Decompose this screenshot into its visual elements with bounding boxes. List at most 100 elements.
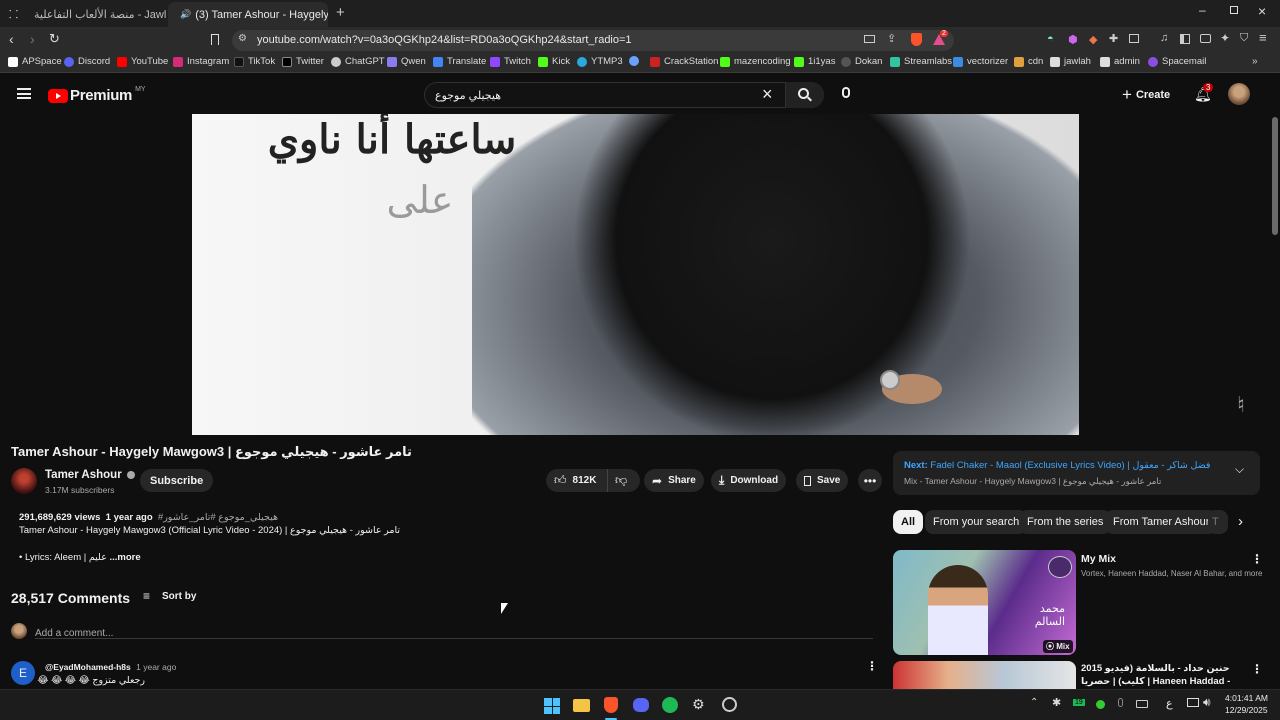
add-comment-field[interactable]: Add a comment... (35, 623, 873, 639)
extension-icon[interactable] (1129, 34, 1139, 43)
subscribe-button[interactable]: Subscribe (140, 469, 214, 492)
rec-thumbnail[interactable] (893, 661, 1076, 689)
chip-from-series[interactable]: From the series (1019, 510, 1112, 534)
bookmark-unnamed[interactable] (629, 56, 643, 66)
youtube-logo[interactable]: Premium MY (48, 86, 146, 104)
comment-author[interactable]: @EyadMohamed-h8s (45, 662, 131, 672)
bookmark-page-icon[interactable] (211, 34, 219, 45)
keyboard-icon[interactable] (1136, 700, 1148, 708)
microphone-icon[interactable] (1118, 698, 1123, 707)
share-page-icon[interactable]: ⇪ (887, 32, 896, 45)
bookmark-streamlabs[interactable]: Streamlabs (890, 56, 952, 67)
rec-menu-icon[interactable]: ⋮ (1251, 662, 1263, 676)
tab-youtube[interactable]: 🔊 (3) Tamer Ashour - Haygely M × (168, 2, 328, 27)
search-box[interactable]: هيجيلي موجوع × (424, 82, 824, 108)
chip-from-tamer[interactable]: From Tamer Ashour (1105, 510, 1218, 534)
create-button[interactable]: + Create (1122, 85, 1170, 105)
tab-jawlah[interactable]: جولة | Jawlah - منصة الألعاب التفاعلية (26, 2, 166, 27)
bookmark-tiktok[interactable]: TikTok (234, 56, 275, 67)
channel-avatar[interactable] (11, 468, 37, 494)
like-button[interactable]: 👍︎ 812K (546, 469, 608, 492)
bookmark-ytmp3[interactable]: YTMP3 (577, 56, 623, 67)
chip-all[interactable]: All (893, 510, 924, 534)
hashtags[interactable]: #هيجيلي_موجوع #تامر_عاشور (158, 512, 278, 523)
reload-icon[interactable]: ↻ (49, 31, 60, 47)
more-bookmarks-icon[interactable]: » (1252, 56, 1258, 67)
volume-icon[interactable]: 🔊︎ (1203, 695, 1211, 710)
search-button[interactable] (785, 82, 824, 108)
back-icon[interactable]: ‹ (9, 31, 14, 47)
bookmark-twitter[interactable]: Twitter (282, 56, 324, 67)
new-tab-icon[interactable]: + (336, 4, 345, 21)
network-icon[interactable] (1187, 698, 1199, 707)
bookmark-translate[interactable]: Translate (433, 56, 486, 67)
extension-icon[interactable]: ⬢ (1068, 33, 1078, 46)
hamburger-menu-icon[interactable] (17, 88, 31, 99)
wallet-icon[interactable] (1200, 34, 1211, 43)
tray-icon[interactable]: ✱ (1052, 696, 1061, 709)
bookmark-jawlah[interactable]: jawlah (1050, 56, 1091, 67)
bookmark-1i1yas[interactable]: 1i1yas (794, 56, 835, 67)
rec-menu-icon[interactable]: ⋮ (1251, 552, 1263, 566)
comment-author-avatar[interactable]: E (11, 661, 35, 685)
search-input[interactable]: هيجيلي موجوع (435, 89, 501, 102)
close-window-icon[interactable]: × (1258, 3, 1266, 19)
video-player[interactable]: ساعتها أنا ناوي على (192, 114, 1079, 435)
channel-watermark-icon[interactable]: ♮ (1237, 392, 1245, 418)
share-button[interactable]: ➦ Share (644, 469, 704, 492)
windows-start-icon[interactable] (544, 698, 560, 714)
extension-icon[interactable]: ◆ (1089, 33, 1097, 46)
clear-search-icon[interactable]: × (762, 84, 773, 105)
chip-from-search[interactable]: From your search (925, 510, 1028, 534)
next-title[interactable]: Fadel Chaker - Maaol (Exclusive Lyrics V… (930, 460, 1210, 471)
app-icon[interactable] (722, 697, 737, 712)
save-button[interactable]: Save (796, 469, 849, 492)
bookmark-instagram[interactable]: Instagram (173, 56, 229, 67)
spotify-icon[interactable] (662, 697, 678, 713)
url-field[interactable]: ⚙ youtube.com/watch?v=0a3oQGKhp24&list=R… (232, 30, 954, 51)
browser-menu-icon[interactable]: ⸬ (9, 7, 18, 22)
bookmark-chatgpt[interactable]: ChatGPT (331, 56, 385, 67)
bookmark-youtube[interactable]: YouTube (117, 56, 168, 67)
bookmark-vectorizer[interactable]: vectorizer (953, 56, 1008, 67)
more-actions-button[interactable]: ••• (858, 469, 882, 492)
download-button[interactable]: ⤓ Download (711, 469, 787, 492)
bookmark-spacemail[interactable]: Spacemail (1148, 56, 1206, 67)
channel-name[interactable]: Tamer Ashour (45, 469, 135, 481)
autoplay-next-panel[interactable]: Next: Fadel Chaker - Maaol (Exclusive Ly… (893, 451, 1260, 495)
bookmark-mazencoding[interactable]: mazencoding (720, 56, 791, 67)
bookmark-dokan[interactable]: Dokan (841, 56, 882, 67)
brave-shield-icon[interactable] (911, 33, 922, 46)
expand-chevron-icon[interactable]: ⌵ (1235, 462, 1244, 477)
browser-menu-icon[interactable]: ≡ (1259, 30, 1267, 45)
show-hidden-icons[interactable]: ⌃ (1030, 697, 1038, 708)
media-icon[interactable]: ♫ (1160, 32, 1168, 44)
sort-by-button[interactable]: ≡ Sort by (143, 589, 196, 603)
bookmark-admin[interactable]: admin (1100, 56, 1140, 67)
bookmark-cdn[interactable]: cdn (1014, 56, 1043, 67)
chips-next-icon[interactable]: › (1238, 513, 1243, 530)
comment-time[interactable]: 1 year ago (136, 662, 176, 672)
cast-icon[interactable] (864, 35, 875, 43)
input-language[interactable]: ع (1166, 697, 1173, 710)
bookmark-apspace[interactable]: APSpace (8, 56, 62, 67)
file-explorer-icon[interactable] (573, 699, 590, 712)
sidebar-icon[interactable] (1180, 34, 1190, 44)
clock-date[interactable]: 12/29/2025 (1225, 705, 1268, 715)
discord-app-icon[interactable] (633, 698, 649, 712)
voice-search-icon[interactable] (842, 87, 850, 98)
tray-badge[interactable]: 19 (1073, 699, 1085, 706)
chip-truncated[interactable]: T (1208, 510, 1228, 534)
forward-icon[interactable]: › (30, 31, 35, 47)
speaker-icon[interactable]: 🔊 (180, 9, 191, 20)
restore-icon[interactable] (1230, 6, 1238, 14)
rec-title[interactable]: 2015 حنين حداد - بالسلامة (فيديو كليب) |… (1081, 662, 1246, 688)
bookmark-crackstation[interactable]: CrackStation (650, 56, 718, 67)
leo-ai-icon[interactable]: ✦ (1220, 31, 1230, 45)
extension-icon[interactable]: ◓ (1047, 33, 1054, 45)
settings-app-icon[interactable]: ⚙ (692, 696, 705, 713)
rec-title[interactable]: My Mix (1081, 553, 1116, 565)
minimize-icon[interactable]: – (1199, 3, 1206, 17)
brave-browser-icon[interactable] (604, 697, 618, 713)
rec-thumbnail[interactable]: محمد السالم ⦿ Mix (893, 550, 1076, 655)
